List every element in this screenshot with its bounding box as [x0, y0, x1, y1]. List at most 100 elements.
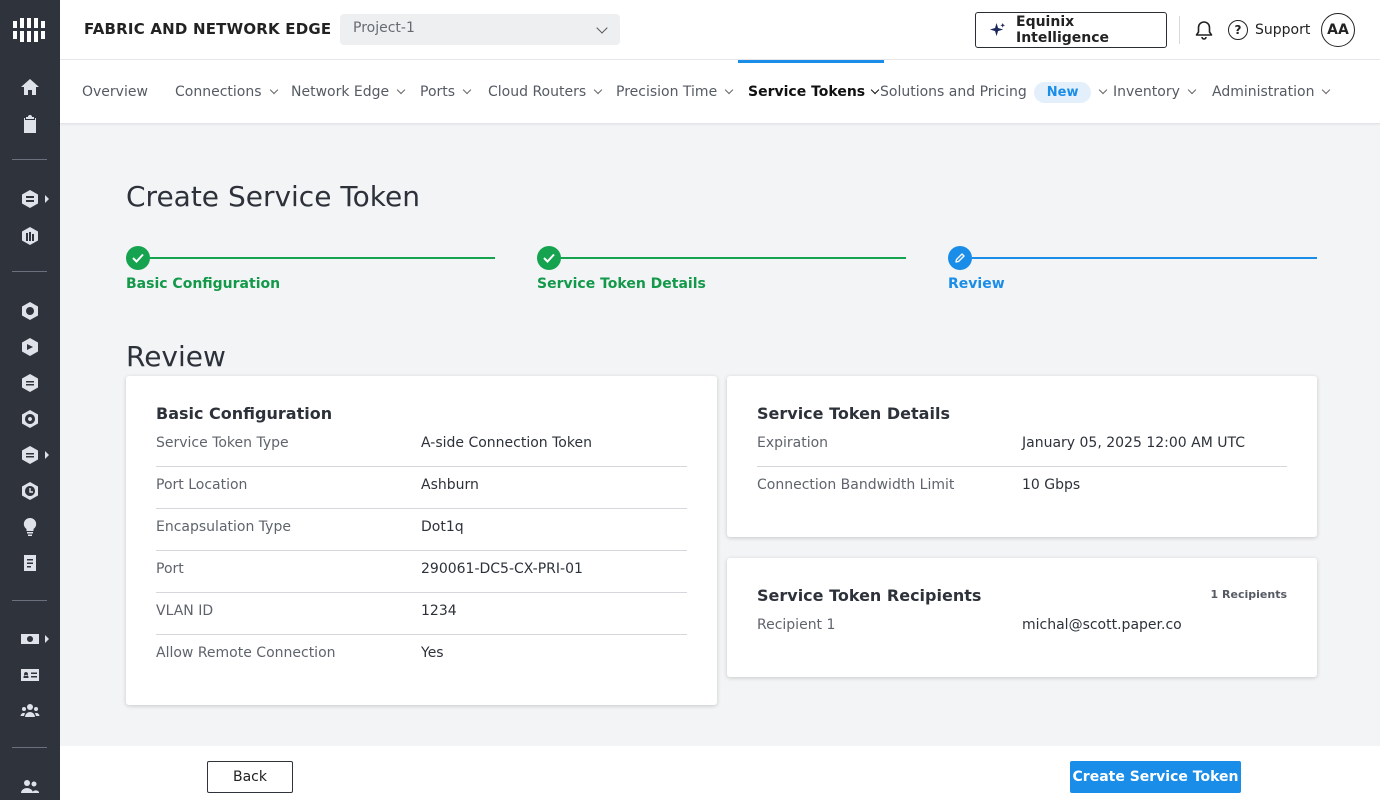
nav-label: Connections [175, 84, 262, 100]
equinix-intelligence-button[interactable]: Equinix Intelligence [975, 12, 1167, 48]
row-key: Encapsulation Type [156, 519, 291, 535]
service-token-details-card: Service Token Details Expiration January … [727, 376, 1317, 537]
table-row: VLAN ID 1234 [156, 593, 687, 635]
nav-solutions-and-pricing[interactable]: Solutions and Pricing New [880, 60, 1108, 124]
table-row: Port Location Ashburn [156, 467, 687, 509]
row-value: 10 Gbps [1022, 477, 1081, 493]
row-key: Connection Bandwidth Limit [757, 477, 955, 493]
nav-administration[interactable]: Administration [1212, 60, 1331, 124]
network-edge-icon[interactable] [19, 225, 41, 247]
chevron-down-icon [596, 22, 608, 34]
network-icon[interactable] [19, 408, 41, 430]
card-title: Service Token Recipients [757, 586, 982, 605]
section-title: Review [126, 340, 226, 373]
chevron-down-icon [593, 85, 603, 95]
project-select[interactable]: Project-1 [340, 14, 620, 45]
nav-inventory[interactable]: Inventory [1113, 60, 1197, 124]
footer-bar: Back Create Service Token [60, 746, 1380, 800]
nav-label: Solutions and Pricing [880, 84, 1027, 100]
chevron-down-icon [462, 85, 472, 95]
table-row: Port 290061-DC5-CX-PRI-01 [156, 551, 687, 593]
step-label: Basic Configuration [126, 276, 281, 292]
step-line [561, 257, 906, 259]
billing-icon[interactable] [19, 628, 41, 650]
avatar[interactable]: AA [1321, 13, 1355, 47]
chevron-down-icon [269, 85, 278, 95]
header-divider [1179, 16, 1180, 44]
fabric-icon[interactable] [19, 188, 41, 210]
row-value: 290061-DC5-CX-PRI-01 [421, 561, 583, 577]
basic-configuration-card: Basic Configuration Service Token Type A-… [126, 376, 717, 705]
app-title: FABRIC AND NETWORK EDGE [84, 20, 332, 38]
left-rail [0, 0, 60, 800]
nav-label: Ports [420, 84, 456, 100]
new-badge: New [1033, 81, 1092, 103]
row-key: Service Token Type [156, 435, 289, 451]
row-key: Expiration [757, 435, 829, 451]
pencil-icon [948, 246, 972, 270]
nav-ports[interactable]: Ports [420, 60, 472, 124]
row-key: Port [156, 561, 184, 577]
row-value: michal@scott.paper.co [1022, 617, 1182, 633]
service-token-recipients-card: Service Token Recipients 1 Recipients Re… [727, 558, 1317, 677]
table-row: Expiration January 05, 2025 12:00 AM UTC [757, 425, 1287, 467]
create-service-token-button[interactable]: Create Service Token [1070, 761, 1241, 793]
step-line [972, 257, 1317, 259]
lightbulb-icon[interactable] [19, 516, 41, 538]
step-label: Review [948, 276, 1005, 292]
nav-label: Administration [1212, 84, 1315, 100]
back-button[interactable]: Back [207, 761, 293, 793]
bell-icon[interactable] [1193, 19, 1215, 41]
id-card-icon[interactable] [19, 664, 41, 686]
nav-overview[interactable]: Overview [82, 60, 148, 124]
row-value: January 05, 2025 12:00 AM UTC [1022, 435, 1245, 451]
row-key: Port Location [156, 477, 248, 493]
equinix-logo-icon[interactable] [11, 17, 49, 43]
nav-cloud-routers[interactable]: Cloud Routers [488, 60, 603, 124]
cloud-router-icon[interactable] [19, 372, 41, 394]
nav-precision-time[interactable]: Precision Time [616, 60, 734, 124]
users-icon[interactable] [19, 700, 41, 722]
row-value: A-side Connection Token [421, 435, 592, 451]
page-title: Create Service Token [126, 180, 420, 213]
clipboard-icon[interactable] [19, 113, 41, 135]
step-label: Service Token Details [537, 276, 706, 292]
chevron-down-icon [724, 85, 734, 95]
row-key: Allow Remote Connection [156, 645, 336, 661]
nav-label: Cloud Routers [488, 84, 587, 100]
nav-connections[interactable]: Connections [175, 60, 278, 124]
row-key: Recipient 1 [757, 617, 836, 633]
ports-icon[interactable] [19, 336, 41, 358]
project-select-value: Project-1 [353, 20, 415, 36]
row-value: Ashburn [421, 477, 479, 493]
top-bar: FABRIC AND NETWORK EDGE Project-1 Equini… [60, 0, 1380, 60]
table-row: Service Token Type A-side Connection Toke… [156, 425, 687, 467]
row-value: Yes [421, 645, 444, 661]
row-key: VLAN ID [156, 603, 214, 619]
table-row: Encapsulation Type Dot1q [156, 509, 687, 551]
nav-label: Service Tokens [748, 84, 866, 100]
check-icon [126, 246, 150, 270]
nav-label: Overview [82, 84, 148, 100]
nav-network-edge[interactable]: Network Edge [291, 60, 406, 124]
chevron-down-icon [1322, 85, 1331, 95]
document-icon[interactable] [19, 552, 41, 574]
nav-label: Network Edge [291, 84, 390, 100]
clock-icon[interactable] [19, 480, 41, 502]
step-line [150, 257, 495, 259]
team-icon[interactable] [19, 776, 41, 798]
equinix-intelligence-label: Equinix Intelligence [1016, 14, 1110, 46]
row-value: Dot1q [421, 519, 464, 535]
connections-icon[interactable] [19, 300, 41, 322]
support-link[interactable]: ? Support [1228, 18, 1310, 42]
precision-time-icon[interactable] [19, 444, 41, 466]
sparkle-icon [989, 22, 1006, 37]
table-row: Allow Remote Connection Yes [156, 635, 687, 677]
card-title: Service Token Details [757, 404, 950, 423]
chevron-down-icon [396, 85, 406, 95]
nav-label: Precision Time [616, 84, 718, 100]
check-icon [537, 246, 561, 270]
home-icon[interactable] [19, 76, 41, 98]
card-title: Basic Configuration [156, 404, 333, 423]
nav-service-tokens[interactable]: Service Tokens [737, 60, 885, 124]
